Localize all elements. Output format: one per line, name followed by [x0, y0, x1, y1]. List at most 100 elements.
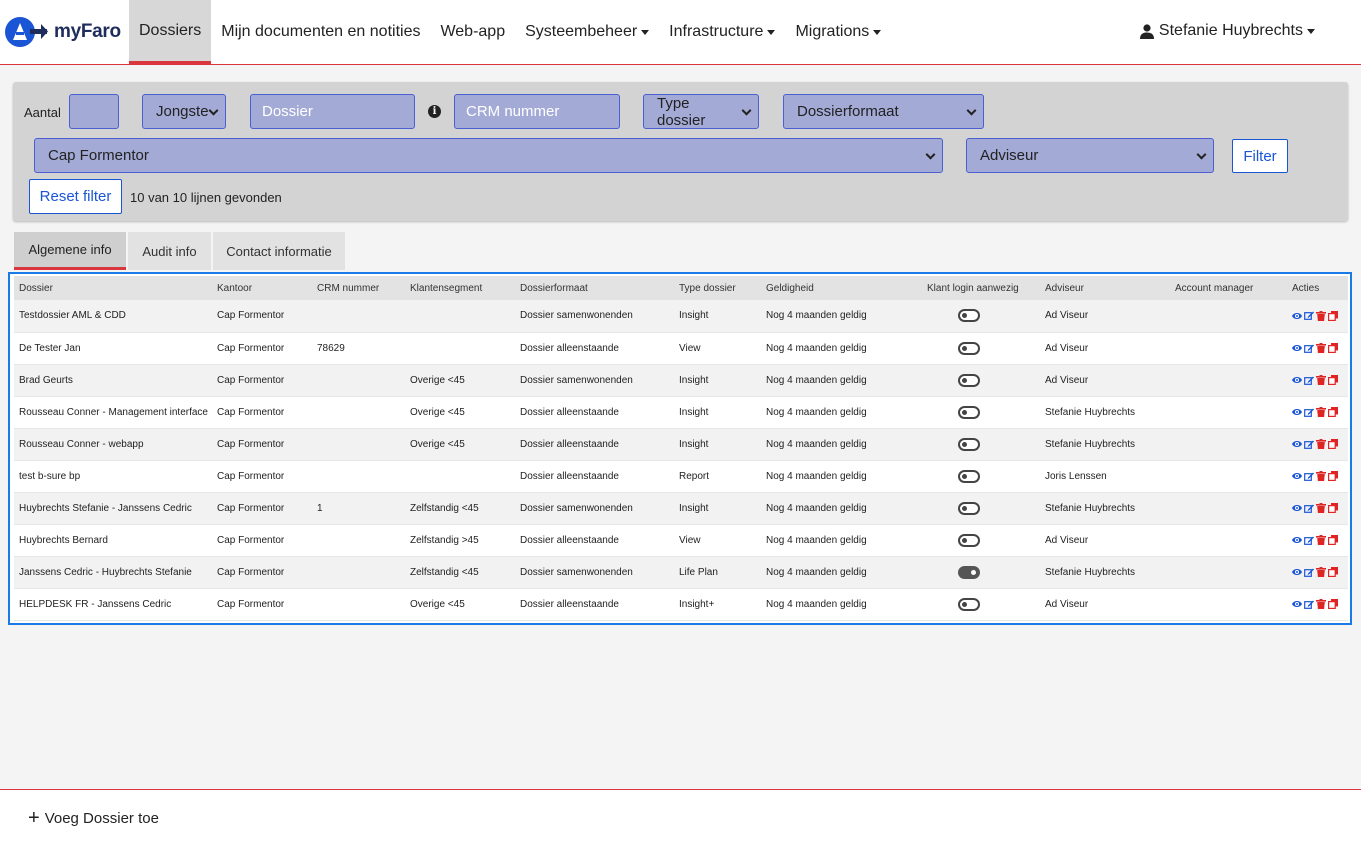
login-toggle[interactable]: [958, 501, 980, 515]
edit-icon[interactable]: [1304, 600, 1314, 609]
copy-icon[interactable]: [1328, 375, 1338, 385]
nav-infrastructure[interactable]: Infrastructure: [659, 0, 785, 64]
column-header[interactable]: Type dossier: [674, 276, 761, 300]
copy-icon[interactable]: [1328, 310, 1338, 321]
kantoor-select[interactable]: Cap Formentor: [34, 138, 943, 173]
edit-icon[interactable]: [1304, 344, 1314, 353]
table-row[interactable]: Testdossier AML & CDD Cap Formentor Dossie…: [14, 300, 1348, 333]
nav-migrations[interactable]: Migrations: [785, 0, 891, 64]
table-row[interactable]: De Tester Jan Cap Formentor 78629 Dossier a…: [14, 332, 1348, 365]
copy-icon[interactable]: [1328, 567, 1338, 577]
type-dossier-select[interactable]: Type dossier: [643, 94, 759, 129]
dossier-search-input[interactable]: Dossier: [250, 94, 415, 129]
edit-icon[interactable]: [1304, 472, 1314, 481]
dossierformaat-select[interactable]: Dossierformaat: [783, 94, 984, 129]
login-toggle[interactable]: [958, 565, 980, 579]
aantal-input[interactable]: [69, 94, 119, 129]
table-row[interactable]: Brad Geurts Cap Formentor Overige <45 Dossi…: [14, 364, 1348, 397]
eye-icon[interactable]: [1292, 504, 1302, 512]
cell-account-manager: [1170, 300, 1287, 333]
trash-icon[interactable]: [1316, 407, 1326, 417]
trash-icon[interactable]: [1316, 439, 1326, 449]
login-toggle[interactable]: [958, 405, 980, 419]
eye-icon[interactable]: [1292, 440, 1302, 448]
trash-icon[interactable]: [1316, 535, 1326, 545]
adviseur-select[interactable]: Adviseur: [966, 138, 1214, 173]
cell-klant-login: [922, 428, 1040, 461]
nav-systeembeheer[interactable]: Systeembeheer: [515, 0, 659, 64]
column-header[interactable]: Klantensegment: [405, 276, 515, 300]
cell-dossier: Testdossier AML & CDD: [14, 300, 212, 333]
column-header[interactable]: CRM nummer: [312, 276, 405, 300]
login-toggle[interactable]: [958, 533, 980, 547]
table-row[interactable]: Huybrechts Bernard Cap Formentor Zelfstand…: [14, 524, 1348, 557]
table-row[interactable]: Rousseau Conner - Management interface Ca…: [14, 396, 1348, 429]
eye-icon[interactable]: [1292, 600, 1302, 608]
column-header[interactable]: Account manager: [1170, 276, 1287, 300]
column-header[interactable]: Adviseur: [1040, 276, 1170, 300]
copy-icon[interactable]: [1328, 407, 1338, 417]
eye-icon[interactable]: [1292, 568, 1302, 576]
reset-filter-button[interactable]: Reset filter: [29, 179, 122, 214]
tab-audit-info[interactable]: Audit info: [128, 232, 211, 270]
nav-mijn-documenten[interactable]: Mijn documenten en notities: [211, 0, 430, 64]
sort-select[interactable]: Jongste: [142, 94, 226, 129]
cell-geldigheid: Nog 4 maanden geldig: [761, 460, 922, 493]
edit-icon[interactable]: [1304, 568, 1314, 577]
trash-icon[interactable]: [1316, 343, 1326, 353]
nav-dossiers[interactable]: Dossiers: [129, 0, 212, 64]
column-header[interactable]: Dossier: [14, 276, 212, 300]
column-header[interactable]: Geldigheid: [761, 276, 922, 300]
filter-button[interactable]: Filter: [1232, 139, 1288, 173]
copy-icon[interactable]: [1328, 503, 1338, 513]
table-row[interactable]: HELPDESK FR - Janssens Cedric Cap Forment…: [14, 588, 1348, 621]
eye-icon[interactable]: [1292, 344, 1302, 352]
trash-icon[interactable]: [1316, 599, 1326, 609]
edit-icon[interactable]: [1304, 376, 1314, 385]
table-row[interactable]: test b-sure bp Cap Formentor Dossier allee…: [14, 460, 1348, 493]
crm-number-input[interactable]: CRM nummer: [454, 94, 620, 129]
copy-icon[interactable]: [1328, 535, 1338, 545]
eye-icon[interactable]: [1292, 536, 1302, 544]
cell-dossierformaat: Dossier samenwonenden: [515, 364, 674, 397]
edit-icon[interactable]: [1304, 311, 1314, 321]
login-toggle[interactable]: [958, 373, 980, 387]
eye-icon[interactable]: [1292, 376, 1302, 384]
login-toggle[interactable]: [958, 437, 980, 451]
login-toggle[interactable]: [958, 597, 980, 611]
user-menu[interactable]: Stefanie Huybrechts: [1139, 0, 1315, 62]
column-header[interactable]: Acties: [1287, 276, 1348, 300]
table-row[interactable]: Janssens Cedric - Huybrechts Stefanie Cap…: [14, 556, 1348, 589]
copy-icon[interactable]: [1328, 471, 1338, 481]
edit-icon[interactable]: [1304, 408, 1314, 417]
trash-icon[interactable]: [1316, 567, 1326, 577]
edit-icon[interactable]: [1304, 440, 1314, 449]
add-dossier-button[interactable]: + Voeg Dossier toe: [28, 808, 159, 828]
column-header[interactable]: Kantoor: [212, 276, 312, 300]
tab-contact-informatie[interactable]: Contact informatie: [213, 232, 345, 270]
eye-icon[interactable]: [1292, 408, 1302, 416]
login-toggle[interactable]: [958, 341, 980, 355]
copy-icon[interactable]: [1328, 343, 1338, 353]
column-header[interactable]: Klant login aanwezig: [922, 276, 1040, 300]
info-icon[interactable]: i: [428, 105, 441, 118]
trash-icon[interactable]: [1316, 471, 1326, 481]
table-row[interactable]: Rousseau Conner - webapp Cap Formentor Ove…: [14, 428, 1348, 461]
edit-icon[interactable]: [1304, 536, 1314, 545]
table-row[interactable]: Huybrechts Stefanie - Janssens Cedric Cap…: [14, 492, 1348, 525]
eye-icon[interactable]: [1292, 312, 1302, 320]
login-toggle[interactable]: [958, 309, 980, 323]
copy-icon[interactable]: [1328, 439, 1338, 449]
nav-web-app[interactable]: Web-app: [430, 0, 515, 64]
login-toggle[interactable]: [958, 469, 980, 483]
eye-icon[interactable]: [1292, 472, 1302, 480]
copy-icon[interactable]: [1328, 599, 1338, 609]
trash-icon[interactable]: [1316, 503, 1326, 513]
column-header[interactable]: Dossierformaat: [515, 276, 674, 300]
trash-icon[interactable]: [1316, 375, 1326, 385]
tab-algemene-info[interactable]: Algemene info: [14, 232, 126, 270]
edit-icon[interactable]: [1304, 504, 1314, 513]
cell-adviseur: Ad Viseur: [1040, 524, 1170, 557]
trash-icon[interactable]: [1316, 310, 1326, 321]
brand[interactable]: myFaro: [0, 0, 129, 64]
